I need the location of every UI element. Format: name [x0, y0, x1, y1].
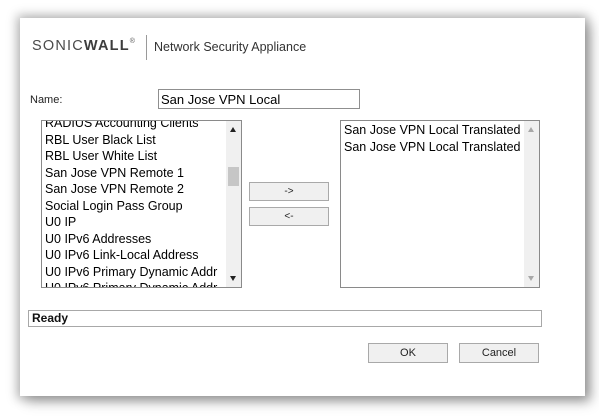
cancel-button[interactable]: Cancel [459, 343, 539, 363]
sonicwall-logo: SONICWALL® [32, 38, 136, 54]
list-item[interactable]: Social Login Pass Group [45, 198, 225, 215]
list-item[interactable]: San Jose VPN Remote 2 [45, 181, 225, 198]
product-title: Network Security Appliance [154, 40, 307, 54]
scrollbar-thumb[interactable] [228, 167, 239, 186]
list-item[interactable]: San Jose VPN Remote 1 [45, 165, 225, 182]
brand-suffix: WALL [83, 38, 130, 54]
list-item[interactable]: San Jose VPN Local Translated [344, 139, 523, 156]
remove-from-group-button[interactable]: <- [249, 207, 329, 226]
list-item[interactable]: U0 IPv6 Link-Local Address [45, 247, 225, 264]
ok-button[interactable]: OK [368, 343, 448, 363]
list-item[interactable]: RBL User Black List [45, 132, 225, 149]
scroll-up-arrow-icon[interactable] [528, 127, 534, 132]
available-list-scrollbar[interactable] [226, 121, 241, 287]
list-item[interactable]: RBL User White List [45, 148, 225, 165]
scroll-up-arrow-icon[interactable] [230, 127, 236, 132]
available-objects-list[interactable]: RADIUS Accounting Clients RBL User Black… [41, 120, 242, 288]
list-item[interactable]: U0 IPv6 Primary Dynamic Addr [45, 264, 225, 281]
list-item[interactable]: U0 IPv6 Addresses [45, 231, 225, 248]
group-dialog: SONICWALL® Network Security Appliance Na… [20, 18, 585, 396]
group-members-list[interactable]: San Jose VPN Local Translated San Jose V… [340, 120, 540, 288]
list-item[interactable]: San Jose VPN Local Translated [344, 122, 523, 139]
status-bar: Ready [28, 310, 542, 327]
members-list-scrollbar[interactable] [524, 121, 539, 287]
list-item[interactable]: U0 IPv6 Primary Dynamic Addr [45, 280, 225, 287]
name-label: Name: [30, 94, 63, 106]
list-item[interactable]: U0 IP [45, 214, 225, 231]
add-to-group-button[interactable]: -> [249, 182, 329, 201]
header-divider [146, 35, 147, 60]
list-item[interactable]: RADIUS Accounting Clients [45, 121, 225, 132]
scroll-down-arrow-icon[interactable] [230, 276, 236, 281]
brand-prefix: SONIC [32, 38, 84, 54]
name-input[interactable] [158, 89, 360, 109]
scroll-down-arrow-icon[interactable] [528, 276, 534, 281]
trademark: ® [129, 38, 137, 45]
